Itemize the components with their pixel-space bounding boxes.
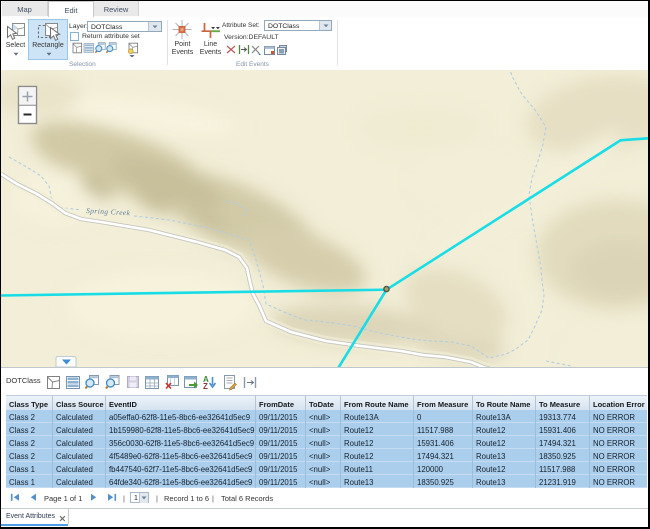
svg-text:Z: Z bbox=[203, 382, 208, 391]
